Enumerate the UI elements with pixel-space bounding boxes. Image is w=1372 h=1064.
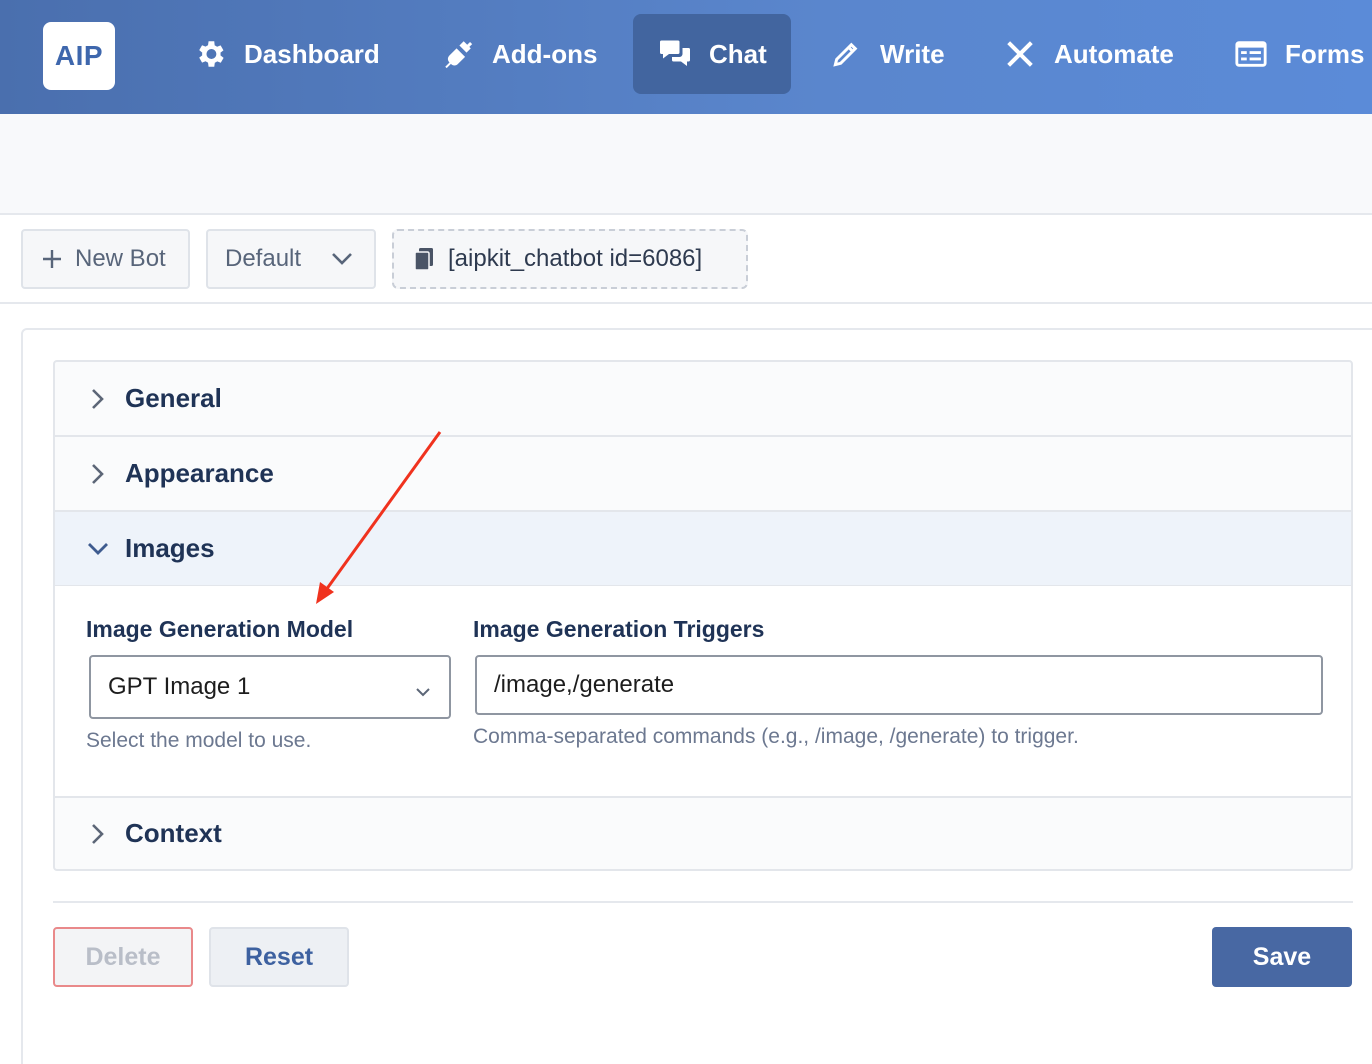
accordion-title: General <box>125 383 222 413</box>
nav-label: Dashboard <box>244 38 380 69</box>
image-triggers-input[interactable]: /image,/generate <box>475 655 1323 715</box>
image-model-select[interactable]: GPT Image 1 <box>89 655 451 719</box>
new-bot-button[interactable]: New Bot <box>21 229 190 289</box>
accordion-header-appearance[interactable]: Appearance <box>55 437 1351 512</box>
settings-accordion: General Appearance Images Image Generati… <box>53 360 1353 871</box>
chevron-down-icon <box>330 249 354 269</box>
bot-toolbar: New Bot Default [aipkit_chatbot id=6086] <box>0 215 1372 304</box>
image-triggers-help: Comma-separated commands (e.g., /image, … <box>473 725 1079 748</box>
nav-item-add-ons[interactable]: Add-ons <box>440 14 597 94</box>
chevron-down-icon <box>415 677 431 705</box>
nav-label: Forms <box>1285 38 1365 69</box>
app-logo[interactable]: AIP <box>43 22 115 90</box>
chevron-down-icon <box>85 536 111 562</box>
reset-button[interactable]: Reset <box>209 927 349 987</box>
nav-label: Chat <box>709 38 767 69</box>
nav-label: Write <box>880 38 945 69</box>
chat-bubbles-icon <box>657 36 693 72</box>
copy-icon <box>414 247 434 271</box>
footer-divider <box>53 901 1353 903</box>
save-button[interactable]: Save <box>1212 927 1352 987</box>
delete-label: Delete <box>85 942 161 971</box>
shortcode-text: [aipkit_chatbot id=6086] <box>448 245 703 272</box>
chevron-right-icon <box>85 821 111 847</box>
delete-button[interactable]: Delete <box>53 927 193 987</box>
plus-icon <box>41 248 63 270</box>
reset-label: Reset <box>244 942 314 971</box>
nav-label: Add-ons <box>492 38 598 69</box>
tools-icon <box>1002 36 1038 72</box>
accordion-header-images[interactable]: Images <box>55 512 1351 587</box>
top-navbar: AIP Dashboard Add-ons Chat Write Automat… <box>0 0 1372 114</box>
accordion-header-general[interactable]: General <box>55 362 1351 437</box>
notice-band <box>0 114 1372 215</box>
image-model-value: GPT Image 1 <box>108 673 251 700</box>
accordion-title: Appearance <box>125 458 274 488</box>
nav-item-automate[interactable]: Automate <box>1002 14 1174 94</box>
nav-item-chat[interactable]: Chat <box>633 14 791 94</box>
form-icon <box>1233 36 1269 72</box>
chevron-right-icon <box>85 386 111 412</box>
gear-icon <box>192 36 228 72</box>
plug-icon <box>440 36 476 72</box>
nav-label: Automate <box>1054 38 1174 69</box>
accordion-title: Images <box>125 533 215 563</box>
save-label: Save <box>1252 942 1312 971</box>
bot-select-value: Default <box>225 245 302 272</box>
accordion-header-context[interactable]: Context <box>55 796 1351 869</box>
image-triggers-label: Image Generation Triggers <box>473 616 765 642</box>
accordion-title: Context <box>125 818 222 848</box>
pencil-icon <box>828 36 864 72</box>
nav-item-forms[interactable]: Forms <box>1233 14 1364 94</box>
image-model-help: Select the model to use. <box>86 729 312 752</box>
chevron-right-icon <box>85 461 111 487</box>
bot-select[interactable]: Default <box>206 229 376 289</box>
image-triggers-value: /image,/generate <box>494 671 675 698</box>
shortcode-copy-button[interactable]: [aipkit_chatbot id=6086] <box>392 229 748 289</box>
nav-item-dashboard[interactable]: Dashboard <box>192 14 380 94</box>
logo-text: AIP <box>54 40 104 71</box>
image-model-label: Image Generation Model <box>86 616 354 642</box>
images-panel: Image Generation Model GPT Image 1 Selec… <box>55 586 1351 798</box>
new-bot-label: New Bot <box>75 245 166 272</box>
nav-item-write[interactable]: Write <box>828 14 945 94</box>
